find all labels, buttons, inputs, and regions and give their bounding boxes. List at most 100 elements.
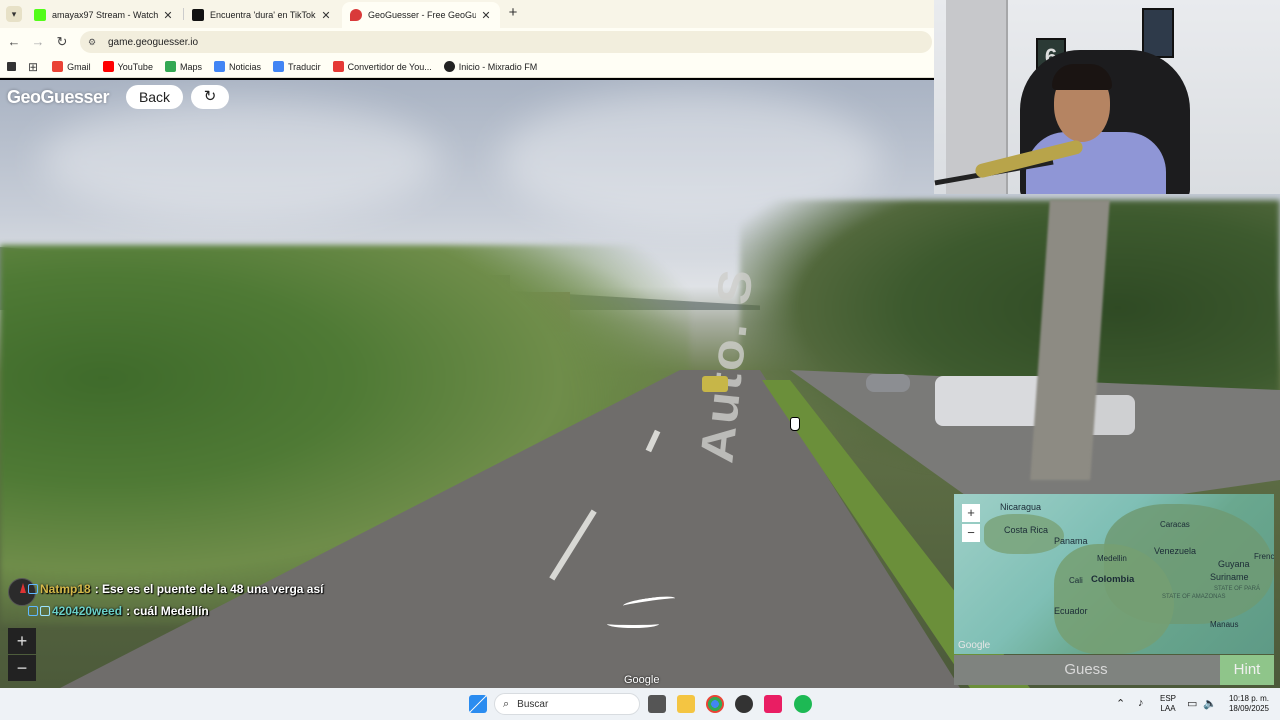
- badge-icon: [40, 606, 50, 616]
- apps-grid-icon[interactable]: ⊞: [28, 60, 38, 74]
- tab-tiktok[interactable]: Encuentra 'dura' en TikTok | Bu ✕: [184, 2, 340, 28]
- search-icon: ⌕: [503, 697, 510, 710]
- windows-start-icon[interactable]: [469, 695, 487, 713]
- chat-text: : cuál Medellín: [126, 604, 209, 618]
- address-toolbar: ← → ↻ ⚙ game.geoguesser.io: [0, 28, 934, 56]
- wall-poster: [1142, 8, 1174, 58]
- url-text: game.geoguesser.io: [108, 36, 199, 48]
- chat-username: 420420weed: [52, 604, 123, 618]
- guess-bar: Guess Hint: [954, 655, 1274, 685]
- chrome-icon[interactable]: [706, 695, 724, 713]
- tab-title: amayax97 Stream - Watch Live: [52, 10, 158, 20]
- close-tab-icon[interactable]: ✕: [480, 9, 492, 22]
- reload-icon[interactable]: ↻: [53, 33, 71, 51]
- bookmarks-bar: ⊞ Gmail YouTube Maps Noticias Traducir C…: [0, 56, 934, 78]
- reload-button[interactable]: ↻: [191, 85, 229, 109]
- guess-button[interactable]: Guess: [954, 655, 1218, 685]
- language-indicator[interactable]: ESP LAA: [1160, 694, 1176, 714]
- car: [866, 374, 910, 392]
- bookmark-youtube[interactable]: YouTube: [102, 61, 153, 72]
- bookmark-label: Maps: [179, 61, 202, 72]
- bookmark-noticias[interactable]: Noticias: [213, 61, 261, 72]
- bookmark-mixradio[interactable]: Inicio - Mixradio FM: [443, 61, 537, 72]
- tab-kick-stream[interactable]: amayax97 Stream - Watch Live ✕: [26, 2, 182, 28]
- white-pickup: [935, 376, 1045, 426]
- back-arrow-icon[interactable]: ←: [5, 33, 23, 51]
- close-tab-icon[interactable]: ✕: [320, 9, 332, 22]
- bookmark-label: Convertidor de You...: [347, 61, 432, 72]
- tab-geoguesser[interactable]: GeoGuesser - Free GeoGuessr ✕: [342, 2, 500, 28]
- tiktok-app-icon[interactable]: [764, 695, 782, 713]
- map-zoom-out-button[interactable]: −: [962, 524, 980, 542]
- bookmark-convertidor[interactable]: Convertidor de You...: [332, 61, 432, 72]
- chat-username: Natmp18: [40, 582, 91, 596]
- guess-minimap[interactable]: + − Nicaragua Costa Rica Panama Caracas …: [954, 494, 1274, 654]
- google-watermark: Google: [624, 674, 660, 686]
- tab-title: GeoGuesser - Free GeoGuessr: [368, 10, 476, 20]
- mouse-cursor-icon: [790, 417, 800, 431]
- microphone-tray-icon[interactable]: ♪: [1138, 697, 1144, 709]
- show-hidden-icons-icon[interactable]: ⌃: [1116, 697, 1125, 710]
- radio-icon: [443, 61, 455, 72]
- windows-taskbar: ⌕ Buscar ⌃ ♪ ESP LAA ▭ 🔈 10:18 p. m. 18/…: [0, 688, 1280, 720]
- bookmark-label: YouTube: [117, 61, 153, 72]
- clock-time: 10:18 p. m.: [1228, 694, 1270, 703]
- map-label: Cali: [1069, 576, 1083, 585]
- url-bar[interactable]: ⚙ game.geoguesser.io: [80, 31, 932, 53]
- tab-search-dropdown-icon[interactable]: ▾: [6, 6, 22, 22]
- converter-icon: [332, 61, 344, 72]
- map-label: Medellin: [1097, 554, 1127, 563]
- map-pin-favicon-icon: [350, 9, 362, 21]
- taskbar-search[interactable]: ⌕ Buscar: [494, 693, 640, 715]
- task-view-icon[interactable]: [648, 695, 666, 713]
- subscriber-badge-icon: [28, 606, 38, 616]
- map-zoom-in-button[interactable]: +: [962, 504, 980, 522]
- street-zoom-out-button[interactable]: −: [8, 655, 36, 681]
- gmail-icon: [52, 61, 64, 72]
- streamer-hair: [1052, 64, 1112, 90]
- clock[interactable]: 10:18 p. m. 18/09/2025: [1222, 694, 1276, 714]
- back-button[interactable]: Back: [126, 85, 183, 109]
- translate-icon: [272, 61, 284, 72]
- backward-arrow-icon[interactable]: [607, 620, 659, 628]
- map-label: Caracas: [1160, 520, 1190, 529]
- site-info-icon[interactable]: ⚙: [88, 37, 100, 48]
- bookmark-traducir[interactable]: Traducir: [272, 61, 321, 72]
- news-icon: [213, 61, 225, 72]
- map-label: STATE OF AMAZONAS: [1162, 594, 1226, 600]
- street-zoom-in-button[interactable]: +: [8, 628, 36, 654]
- forward-arrow-icon[interactable]: →: [29, 33, 47, 51]
- bookmark-label: Noticias: [228, 61, 261, 72]
- tiktok-favicon-icon: [192, 9, 204, 21]
- volume-icon[interactable]: 🔈: [1203, 697, 1217, 710]
- close-tab-icon[interactable]: ✕: [162, 9, 174, 22]
- bookmark-label: Traducir: [287, 61, 321, 72]
- map-label: French Guia: [1254, 552, 1274, 561]
- google-map-logo: Google: [958, 640, 991, 651]
- new-tab-button[interactable]: +: [505, 5, 521, 21]
- tab-title: Encuentra 'dura' en TikTok | Bu: [210, 10, 316, 20]
- hint-button[interactable]: Hint: [1220, 655, 1274, 685]
- language-code: ESP: [1160, 694, 1177, 703]
- browser-tab-bar: ▾ amayax97 Stream - Watch Live ✕ Encuent…: [0, 0, 934, 28]
- obs-icon[interactable]: [735, 695, 753, 713]
- youtube-icon: [102, 61, 114, 72]
- kick-favicon-icon: [34, 9, 46, 21]
- map-label: Suriname: [1210, 572, 1249, 582]
- geoguesser-logo: GeoGuesser: [7, 87, 110, 107]
- map-label: Costa Rica: [1004, 525, 1049, 535]
- network-icon[interactable]: ▭: [1187, 697, 1197, 710]
- stream-chat-overlay: Natmp18 : Ese es el puente de la 48 una …: [28, 578, 323, 622]
- bookmark-gmail[interactable]: Gmail: [52, 61, 91, 72]
- bookmark-maps[interactable]: Maps: [164, 61, 202, 72]
- street-view-nav-arrows[interactable]: [605, 594, 675, 634]
- map-label: Ecuador: [1054, 606, 1088, 616]
- file-explorer-icon[interactable]: [677, 695, 695, 713]
- taxi: [702, 376, 728, 392]
- streamer-webcam: 6: [934, 0, 1280, 194]
- forward-arrow-icon[interactable]: [623, 594, 675, 610]
- search-placeholder: Buscar: [517, 698, 549, 710]
- subscriber-badge-icon: [28, 584, 38, 594]
- reading-mode-icon[interactable]: [7, 62, 16, 71]
- spotify-icon[interactable]: [794, 695, 812, 713]
